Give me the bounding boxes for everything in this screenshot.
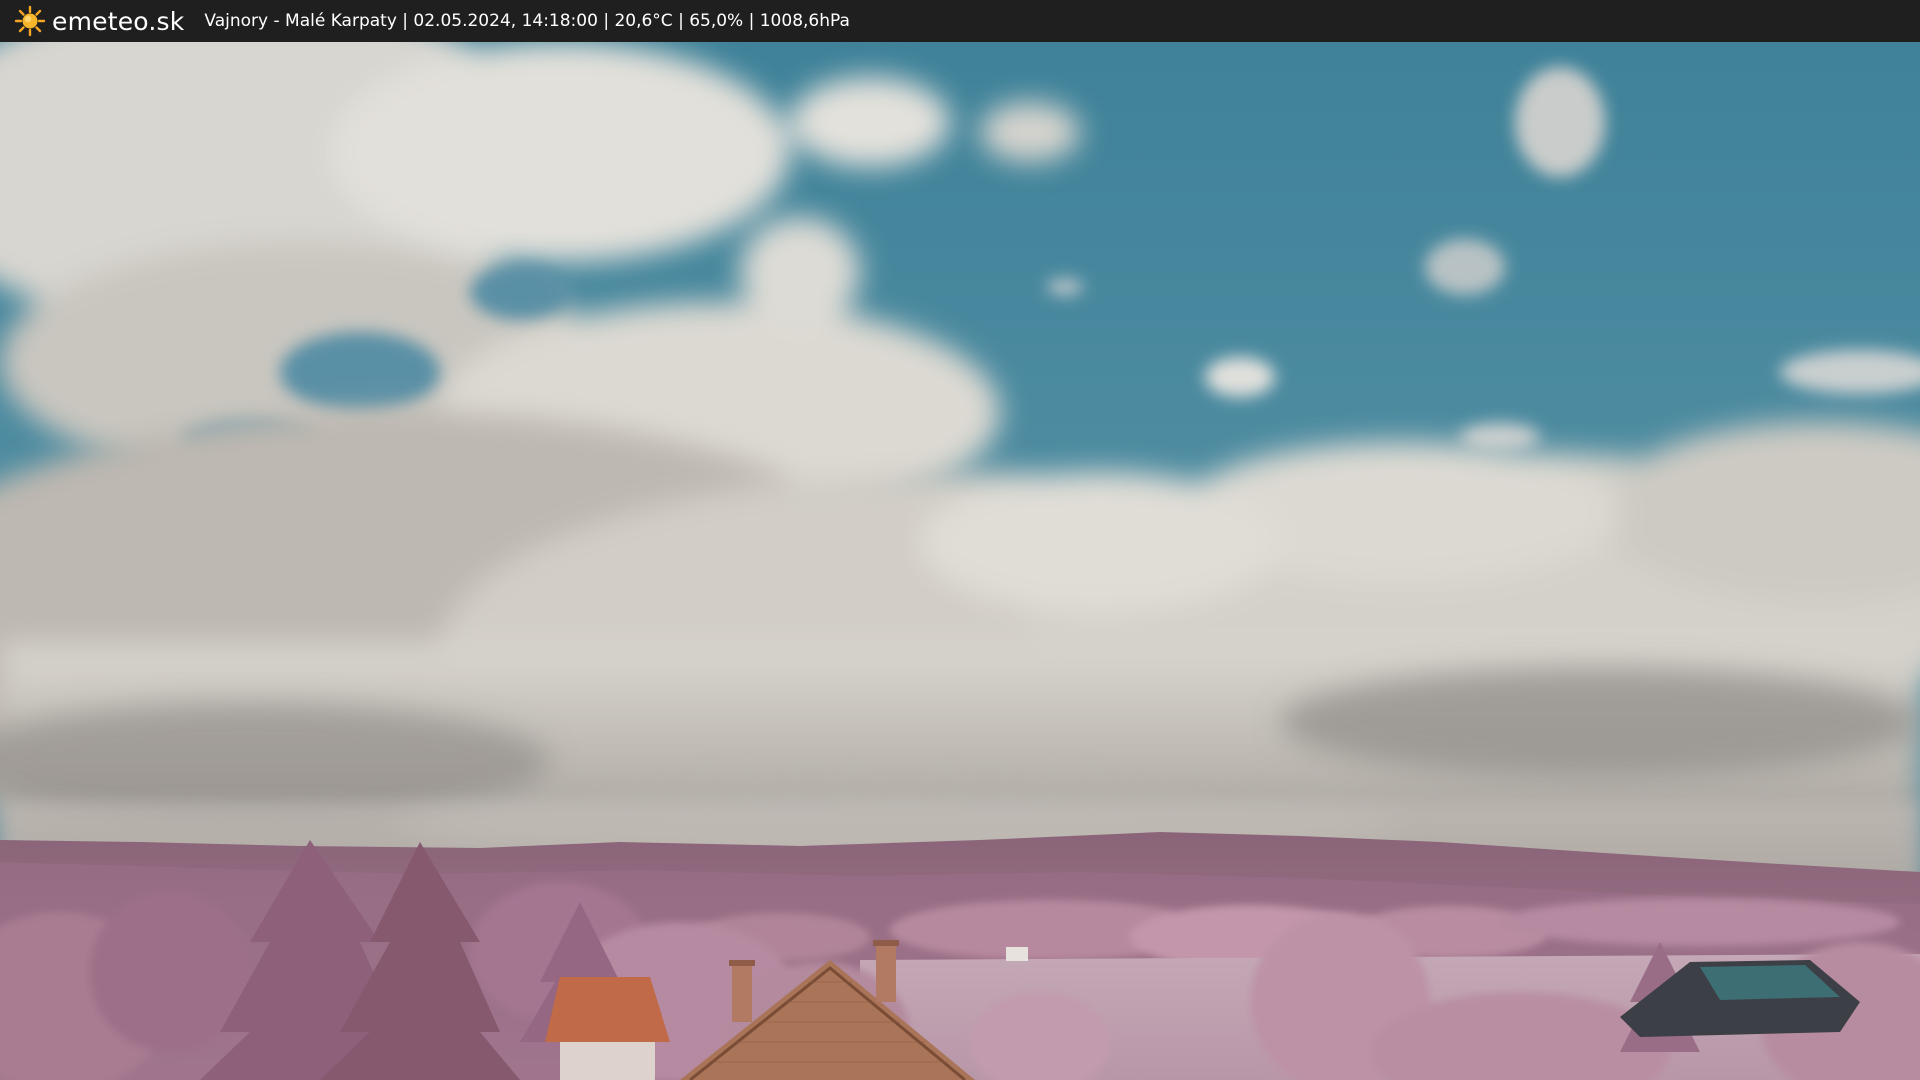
brand-logo: emeteo.sk <box>14 5 184 37</box>
brand-name: emeteo.sk <box>52 6 185 36</box>
caption-bar: emeteo.sk Vajnory - Malé Karpaty | 02.05… <box>0 0 1920 42</box>
sun-icon <box>14 5 46 37</box>
webcam-frame: emeteo.sk Vajnory - Malé Karpaty | 02.05… <box>0 0 1920 1080</box>
webcam-image <box>0 42 1920 1080</box>
station-caption: Vajnory - Malé Karpaty | 02.05.2024, 14:… <box>204 11 850 31</box>
